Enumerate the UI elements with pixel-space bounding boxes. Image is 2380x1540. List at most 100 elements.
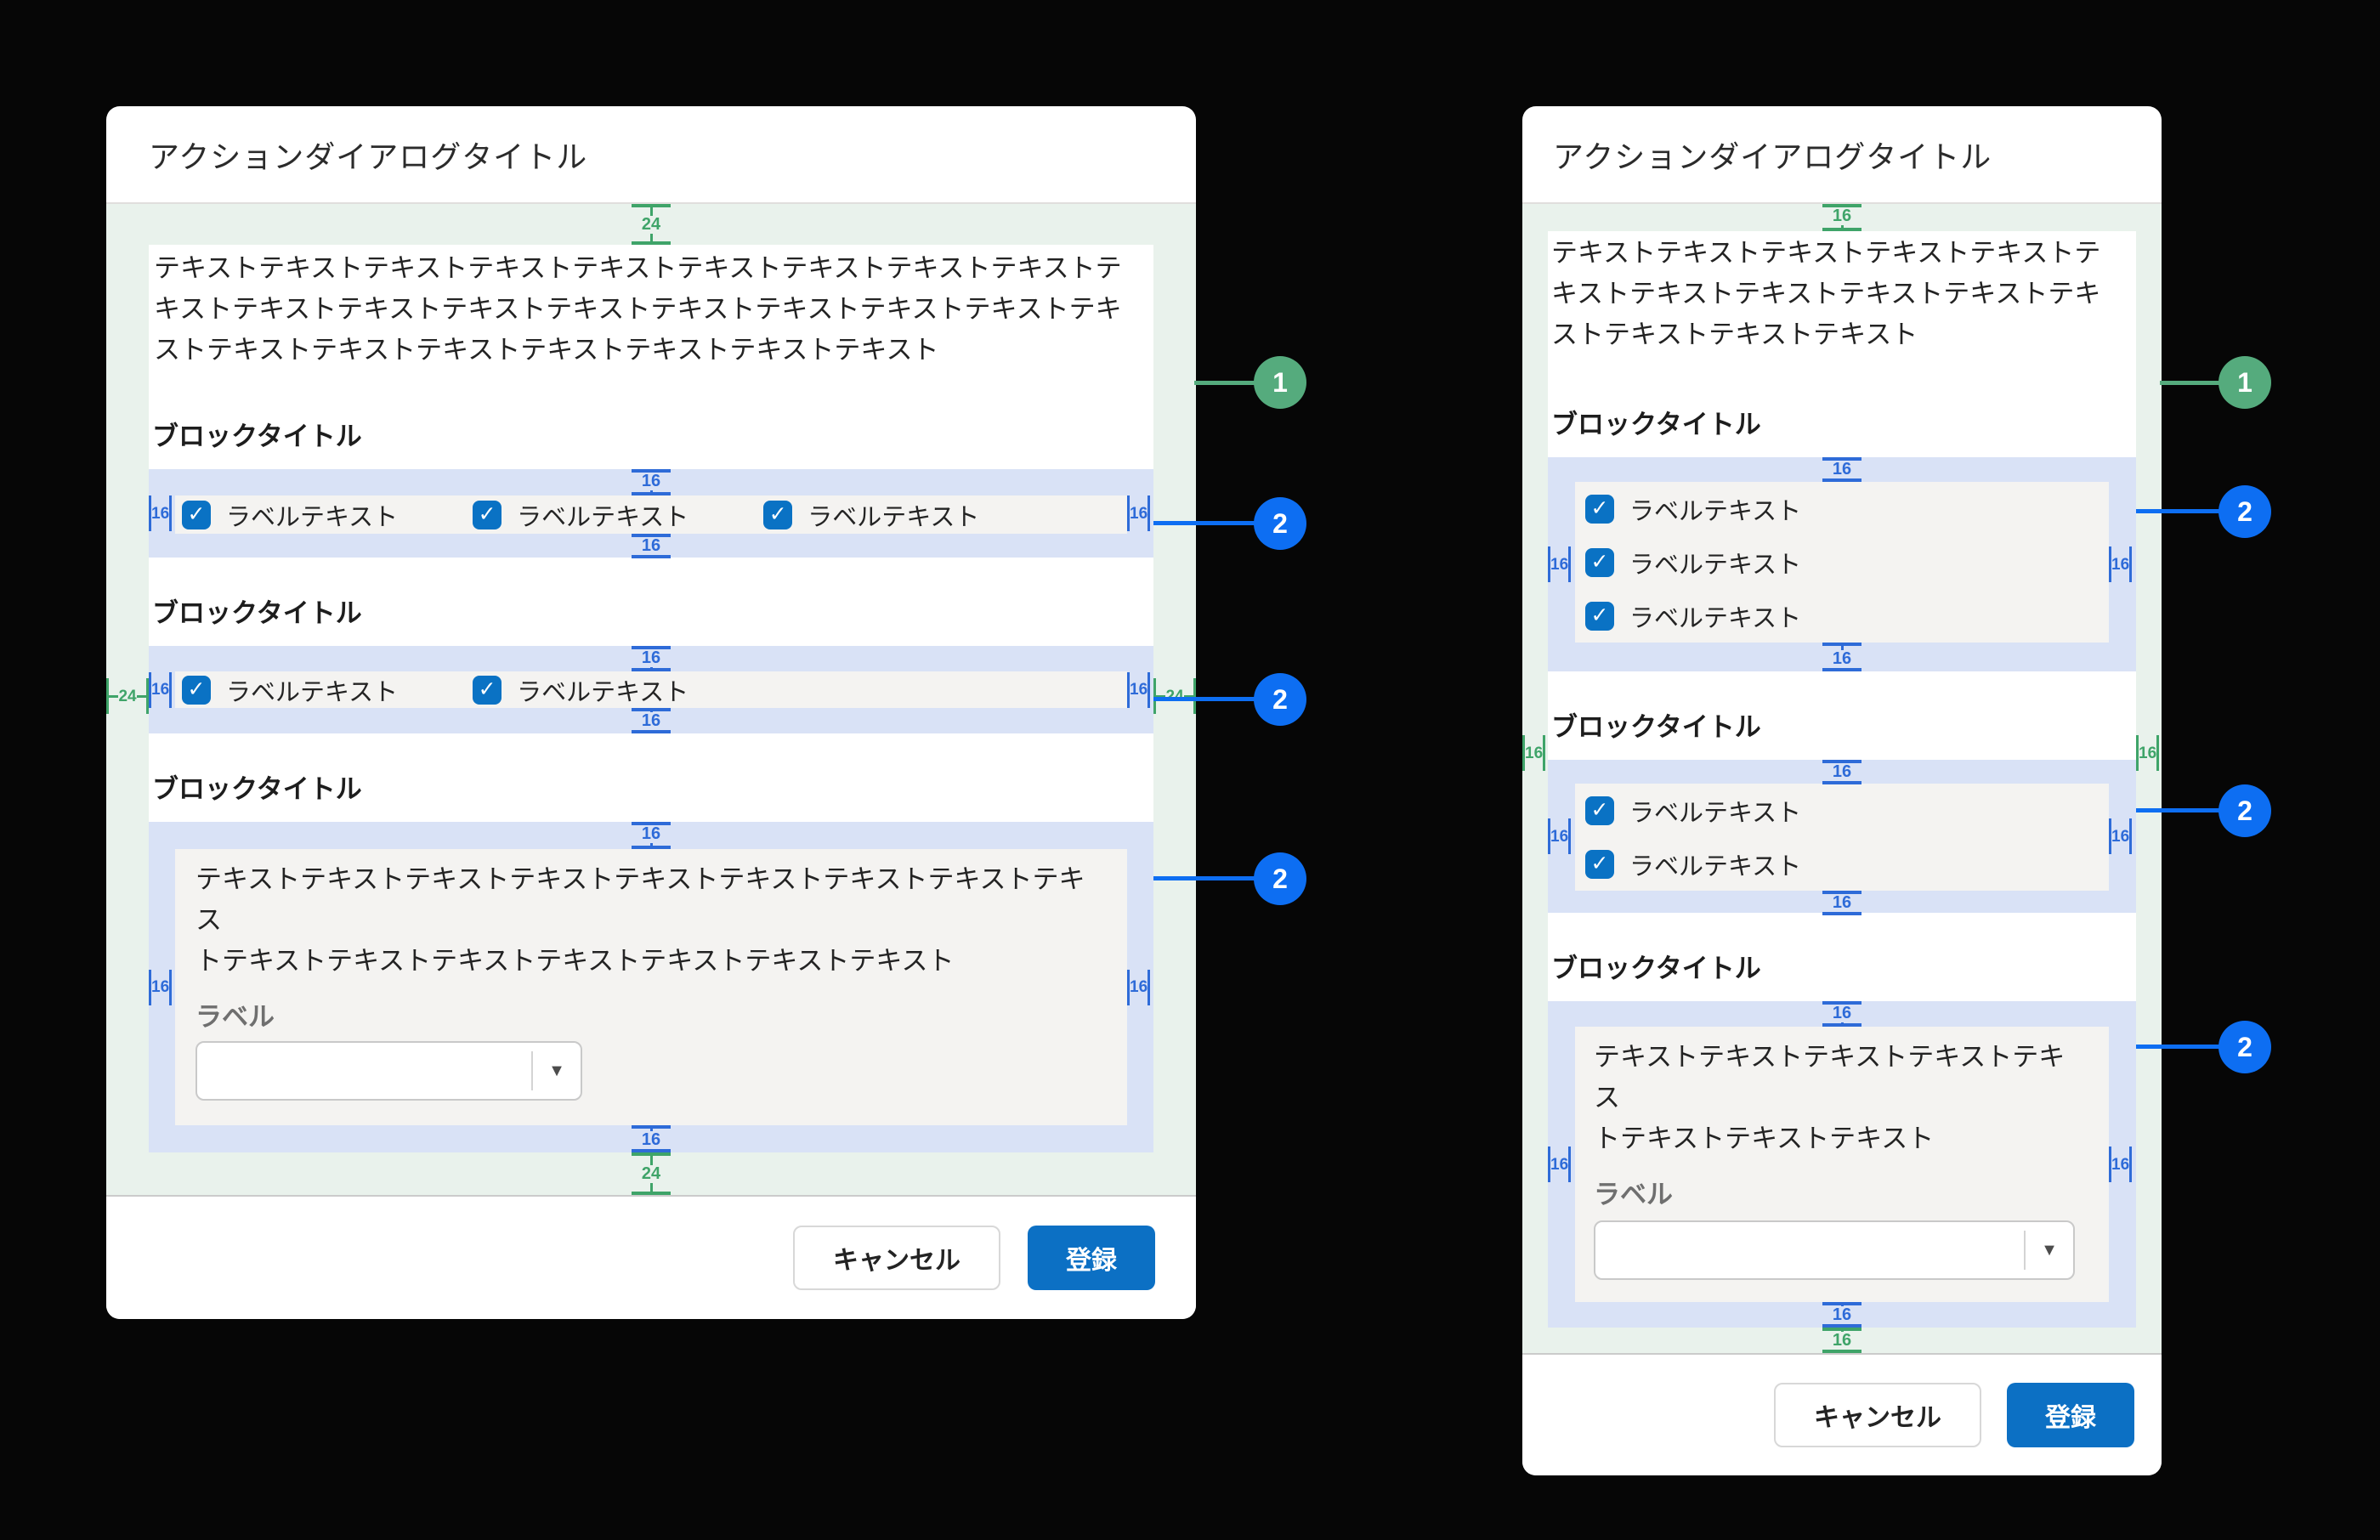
spacing-marker-16: 16 <box>632 708 671 733</box>
form-panel: テキストテキストテキストテキストテキストテキストテキストテキストテキス トテキス… <box>175 849 1127 1125</box>
block-title-3: ブロックタイトル <box>1551 954 2136 984</box>
submit-button[interactable]: 登録 <box>1028 1226 1155 1290</box>
checkbox-checked-icon[interactable] <box>1585 495 1614 524</box>
callout-line-blue <box>1153 876 1257 880</box>
checkbox-item[interactable]: ラベルテキスト <box>1575 535 2109 589</box>
checkbox-checked-icon[interactable] <box>473 676 502 705</box>
callout-line-green <box>2160 381 2222 385</box>
checkbox-item[interactable]: ラベルテキスト <box>763 497 979 533</box>
intro-text: テキストテキストテキストテキストテキストテキストテキストテキストテキストテ キス… <box>149 245 1153 371</box>
spacing-band-checkbox-stack-2: 16 16 16 16 ラベルテキスト <box>1548 760 2136 913</box>
select-input[interactable] <box>196 1041 582 1101</box>
spacing-marker-left-16: 16 <box>1522 735 1548 771</box>
spacing-marker-16: 16 <box>149 970 175 1005</box>
checkbox-stack: ラベルテキスト ラベルテキスト ラベルテキスト <box>1575 482 2109 643</box>
checkbox-checked-icon[interactable] <box>1585 796 1614 825</box>
checkbox-checked-icon[interactable] <box>1585 548 1614 577</box>
checkbox-label: ラベルテキスト <box>226 497 398 533</box>
checkbox-label: ラベルテキスト <box>1629 545 1801 580</box>
spacing-marker-16: 16 <box>1822 1302 1862 1328</box>
spacing-marker-left-24: 24 <box>106 678 149 714</box>
checkbox-item[interactable]: ラベルテキスト <box>182 672 398 708</box>
spacing-marker-16: 16 <box>1127 970 1153 1005</box>
dialog-title: アクションダイアログタイトル <box>1553 133 1992 177</box>
spacing-marker-right-24: 24 <box>1153 678 1196 714</box>
dropdown-arrow-icon <box>548 1062 565 1081</box>
checkbox-item[interactable]: ラベルテキスト <box>1575 837 2109 891</box>
select-input[interactable] <box>1594 1220 2075 1280</box>
checkbox-item[interactable]: ラベルテキスト <box>473 497 688 533</box>
checkbox-label: ラベルテキスト <box>1629 846 1801 882</box>
cancel-button[interactable]: キャンセル <box>1774 1383 1981 1447</box>
callout-badge-2: 2 <box>2218 784 2271 837</box>
spacing-marker-right-16: 16 <box>2136 735 2162 771</box>
callout-line-blue <box>1153 521 1257 525</box>
spacing-marker-top-24: 24 <box>632 204 671 245</box>
checkbox-label: ラベルテキスト <box>808 497 979 533</box>
block-title-1: ブロックタイトル <box>1551 410 2136 440</box>
spacing-marker-16: 16 <box>2109 818 2136 854</box>
spacing-band-form: 16 16 16 16 テキストテキストテキストテキストテキストテキストテキスト… <box>149 822 1153 1152</box>
spacing-marker-16: 16 <box>1822 891 1862 913</box>
callout-badge-1: 1 <box>2218 356 2271 409</box>
spacing-marker-bottom-24: 24 <box>632 1152 671 1195</box>
checkbox-stack: ラベルテキスト ラベルテキスト <box>1575 784 2109 891</box>
spacing-band-form: 16 16 16 16 テキストテキストテキストテキストテキス トテキストテキス… <box>1548 1001 2136 1328</box>
checkbox-checked-icon[interactable] <box>763 501 792 529</box>
dropdown-arrow-icon <box>2041 1241 2058 1260</box>
checkbox-label: ラベルテキスト <box>1629 598 1801 634</box>
spacing-marker-16: 16 <box>632 469 671 495</box>
callout-line-blue <box>1153 697 1257 701</box>
spacing-marker-16: 16 <box>2109 1147 2136 1182</box>
checkbox-checked-icon[interactable] <box>182 676 211 705</box>
checkbox-checked-icon[interactable] <box>1585 850 1614 879</box>
checkbox-item[interactable]: ラベルテキスト <box>182 497 398 533</box>
select-arrow-zone[interactable] <box>531 1051 581 1090</box>
spacing-marker-16: 16 <box>1822 1001 1862 1027</box>
checkbox-item[interactable]: ラベルテキスト <box>1575 482 2109 535</box>
select-label: ラベル <box>1594 1180 2090 1210</box>
spacing-marker-16: 16 <box>632 822 671 849</box>
panel-text: テキストテキストテキストテキストテキストテキストテキストテキストテキス トテキス… <box>196 859 1107 982</box>
spacing-marker-16: 16 <box>2109 546 2136 582</box>
callout-badge-2: 2 <box>1254 497 1306 550</box>
spacing-band-checkbox-stack-1: 16 16 16 16 ラベルテキスト <box>1548 457 2136 671</box>
spacing-marker-16: 16 <box>1822 760 1862 784</box>
checkbox-checked-icon[interactable] <box>182 501 211 529</box>
spacing-marker-16: 16 <box>1548 1147 1575 1182</box>
spec-canvas: アクションダイアログタイトル 24 24 24 24 テキストテキストテキストテ… <box>0 0 2380 1540</box>
dialog-body: 24 24 24 24 テキストテキストテキストテキストテキストテキストテキスト… <box>106 204 1196 1195</box>
spacing-band-checkbox-row-2: 16 16 16 16 ラベルテキスト <box>149 646 1153 733</box>
submit-button[interactable]: 登録 <box>2007 1383 2134 1447</box>
spacing-marker-16: 16 <box>632 646 671 671</box>
form-panel: テキストテキストテキストテキストテキス トテキストテキストテキスト ラベル <box>1575 1027 2109 1302</box>
block-title-2: ブロックタイトル <box>1551 712 2136 743</box>
block-title-3: ブロックタイトル <box>152 774 1153 805</box>
cancel-button[interactable]: キャンセル <box>793 1226 1000 1290</box>
checkbox-item[interactable]: ラベルテキスト <box>473 672 688 708</box>
dialog-footer: キャンセル 登録 <box>106 1195 1196 1319</box>
callout-line-blue <box>2136 509 2222 513</box>
callout-badge-2: 2 <box>1254 673 1306 726</box>
spacing-marker-16: 16 <box>149 672 175 708</box>
dialog-header: アクションダイアログタイトル <box>106 106 1196 204</box>
checkbox-checked-icon[interactable] <box>1585 602 1614 631</box>
intro-text: テキストテキストテキストテキストテキストテ キストテキストテキストテキストテキス… <box>1548 231 2136 355</box>
callout-badge-1: 1 <box>1254 356 1306 409</box>
spacing-marker-16: 16 <box>1548 818 1575 854</box>
checkbox-label: ラベルテキスト <box>1629 491 1801 527</box>
spacing-marker-16: 16 <box>1822 457 1862 482</box>
callout-line-blue <box>2136 808 2222 812</box>
select-arrow-zone[interactable] <box>2024 1231 2073 1270</box>
block-title-2: ブロックタイトル <box>152 598 1153 629</box>
spacing-marker-16: 16 <box>1127 495 1153 531</box>
checkbox-label: ラベルテキスト <box>517 497 688 533</box>
dialog-title: アクションダイアログタイトル <box>149 133 587 177</box>
checkbox-checked-icon[interactable] <box>473 501 502 529</box>
callout-badge-2: 2 <box>2218 485 2271 538</box>
dialog-desktop: アクションダイアログタイトル 24 24 24 24 テキストテキストテキストテ… <box>106 106 1196 1319</box>
dialog-mobile: アクションダイアログタイトル 16 16 16 16 テキストテキストテキストテ… <box>1522 106 2162 1475</box>
checkbox-item[interactable]: ラベルテキスト <box>1575 589 2109 643</box>
dialog-header: アクションダイアログタイトル <box>1522 106 2162 204</box>
checkbox-item[interactable]: ラベルテキスト <box>1575 784 2109 837</box>
